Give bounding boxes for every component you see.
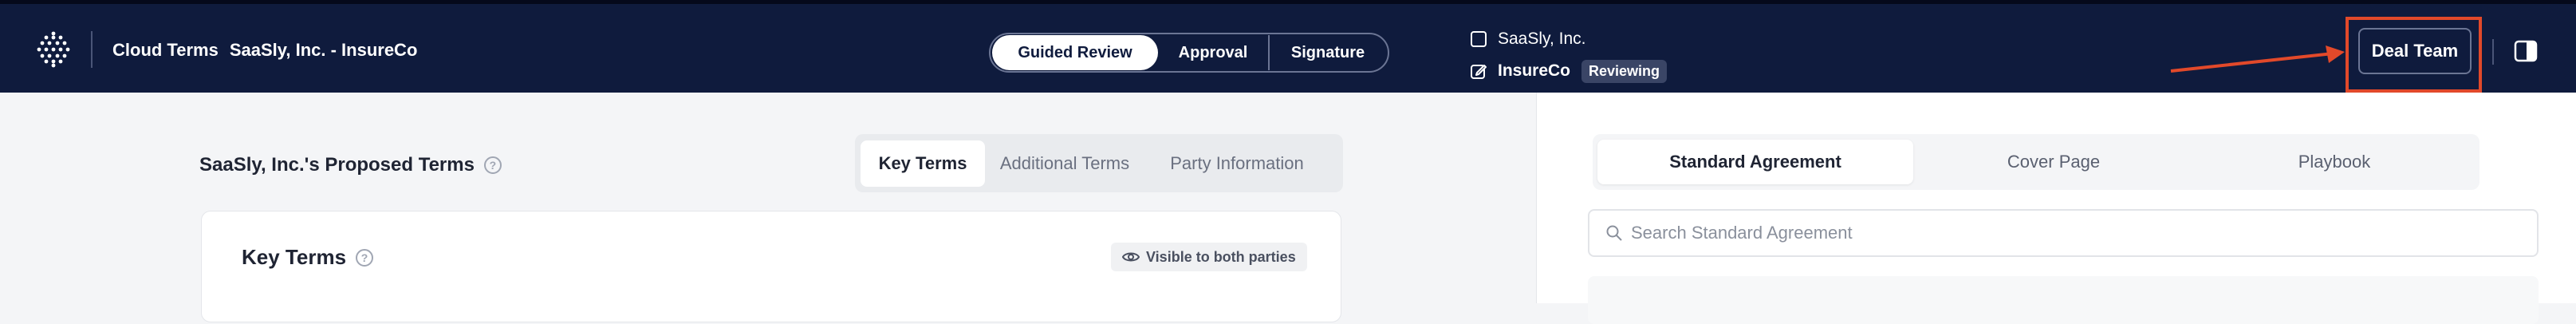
card-title-text: Key Terms	[242, 245, 347, 269]
mode-segmented-control: Guided Review Approval Signature	[989, 33, 1389, 73]
header-divider	[91, 31, 93, 68]
app-title: Cloud Terms SaaSly, Inc. - InsureCo	[112, 40, 428, 61]
app-name: Cloud Terms	[112, 40, 219, 60]
party-name: InsureCo	[1498, 61, 1571, 80]
eye-icon	[1122, 252, 1140, 262]
edit-icon	[1471, 65, 1487, 79]
key-terms-card: Key Terms ? Visible to both parties	[201, 211, 1341, 322]
party-insureco: InsureCo Reviewing	[1470, 57, 1668, 85]
party-list: SaaSly, Inc. InsureCo Reviewing	[1470, 25, 1668, 85]
help-icon[interactable]: ?	[356, 248, 374, 267]
tab-standard-agreement[interactable]: Standard Agreement	[1597, 140, 1913, 184]
header-divider	[2492, 39, 2494, 65]
agreement-content-card	[1588, 276, 2539, 324]
sidebar-toggle-icon[interactable]	[2514, 40, 2538, 62]
mode-signature[interactable]: Signature	[1270, 35, 1386, 70]
status-badge: Reviewing	[1581, 59, 1668, 83]
search-icon	[1606, 225, 1622, 241]
party-name: SaaSly, Inc.	[1498, 30, 1586, 48]
tab-cover-page[interactable]: Cover Page	[1913, 140, 2194, 184]
help-icon[interactable]: ?	[483, 156, 502, 174]
visibility-badge: Visible to both parties	[1111, 243, 1307, 271]
annotation-arrow	[2170, 45, 2345, 73]
tab-additional-terms[interactable]: Additional Terms	[985, 140, 1144, 187]
app-logo-icon[interactable]	[35, 31, 72, 68]
tab-key-terms[interactable]: Key Terms	[861, 140, 985, 187]
card-title: Key Terms ?	[242, 245, 374, 270]
mode-guided-review[interactable]: Guided Review	[992, 35, 1158, 70]
deal-name: SaaSly, Inc. - InsureCo	[229, 40, 418, 60]
mode-approval[interactable]: Approval	[1158, 35, 1270, 70]
page-title: SaaSly, Inc.'s Proposed Terms ?	[199, 154, 502, 176]
page-title-text: SaaSly, Inc.'s Proposed Terms	[199, 154, 475, 176]
visibility-label: Visible to both parties	[1146, 248, 1296, 265]
agreement-tab-bar: Standard Agreement Cover Page Playbook	[1593, 134, 2479, 190]
search-placeholder: Search Standard Agreement	[1631, 223, 1853, 243]
top-navigation-bar: Cloud Terms SaaSly, Inc. - InsureCo Guide…	[0, 0, 2576, 93]
square-icon	[1471, 31, 1487, 47]
party-saasly: SaaSly, Inc.	[1470, 25, 1667, 53]
terms-tab-bar: Key Terms Additional Terms Party Informa…	[855, 134, 1343, 192]
proposed-terms-pane: SaaSly, Inc.'s Proposed Terms ? Key Term…	[0, 93, 1536, 322]
deal-team-button[interactable]: Deal Team	[2358, 28, 2472, 74]
search-input[interactable]: Search Standard Agreement	[1588, 209, 2539, 257]
tab-playbook[interactable]: Playbook	[2194, 140, 2475, 184]
tab-party-information[interactable]: Party Information	[1144, 140, 1329, 187]
agreement-pane: Standard Agreement Cover Page Playbook S…	[1536, 93, 2576, 324]
